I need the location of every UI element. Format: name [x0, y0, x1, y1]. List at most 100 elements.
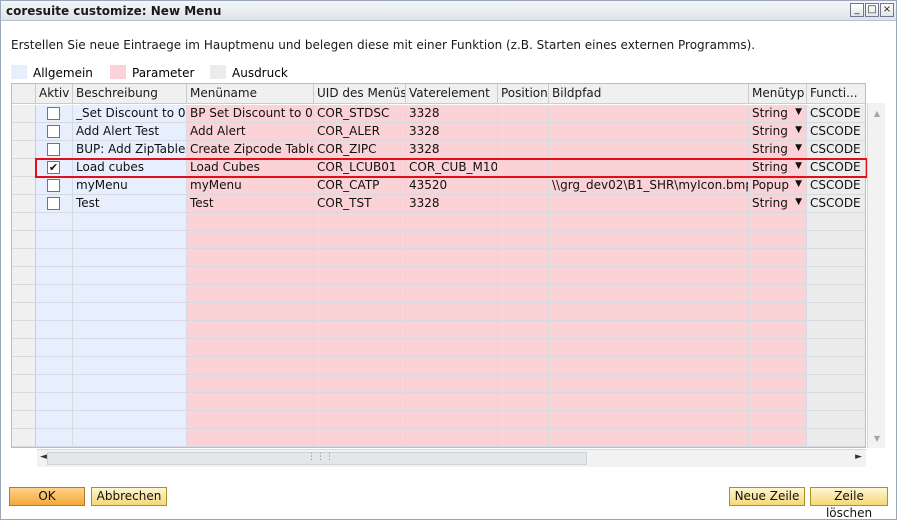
cell-menutyp[interactable]: String ▼: [749, 195, 807, 213]
empty-cell[interactable]: [549, 321, 749, 339]
vertical-scrollbar[interactable]: ▲ ▼: [867, 103, 885, 448]
empty-cell[interactable]: [549, 267, 749, 285]
cell-menutyp[interactable]: String ▼: [749, 159, 807, 177]
empty-cell[interactable]: [749, 303, 807, 321]
empty-cell[interactable]: [187, 375, 314, 393]
empty-cell[interactable]: [406, 303, 498, 321]
scroll-down-icon[interactable]: ▼: [872, 434, 882, 444]
cell-uid[interactable]: COR_CATP: [314, 177, 406, 195]
empty-cell[interactable]: [73, 321, 187, 339]
cell-bildpfad[interactable]: \\grg_dev02\B1_SHR\myIcon.bmp: [549, 177, 749, 195]
column-header-function[interactable]: Functi...: [807, 84, 865, 104]
empty-cell[interactable]: [36, 375, 73, 393]
empty-cell[interactable]: [498, 285, 549, 303]
empty-cell[interactable]: [498, 231, 549, 249]
cell-aktiv[interactable]: [36, 195, 73, 213]
active-checkbox[interactable]: [47, 107, 60, 120]
empty-cell[interactable]: [36, 357, 73, 375]
empty-cell[interactable]: [549, 411, 749, 429]
active-checkbox[interactable]: ✔: [47, 161, 60, 174]
scroll-up-icon[interactable]: ▲: [872, 109, 882, 119]
cell-function[interactable]: CSCODE: [807, 195, 865, 213]
cell-function[interactable]: CSCODE: [807, 177, 865, 195]
empty-cell[interactable]: [73, 231, 187, 249]
empty-cell[interactable]: [749, 213, 807, 231]
empty-cell[interactable]: [549, 213, 749, 231]
cell-position[interactable]: [498, 177, 549, 195]
empty-cell[interactable]: [549, 249, 749, 267]
empty-cell[interactable]: [187, 285, 314, 303]
empty-cell[interactable]: [749, 357, 807, 375]
empty-cell[interactable]: [73, 213, 187, 231]
cell-aktiv[interactable]: ✔: [36, 159, 73, 177]
cell-vaterelement[interactable]: 3328: [406, 195, 498, 213]
empty-cell[interactable]: [807, 213, 865, 231]
empty-cell[interactable]: [406, 231, 498, 249]
empty-cell[interactable]: [36, 411, 73, 429]
cell-menuname[interactable]: Create Zipcode Table: [187, 141, 314, 159]
cell-menuname[interactable]: Test: [187, 195, 314, 213]
cell-menutyp[interactable]: String ▼: [749, 141, 807, 159]
empty-cell[interactable]: [314, 249, 406, 267]
empty-cell[interactable]: [749, 411, 807, 429]
empty-cell[interactable]: [187, 249, 314, 267]
dropdown-arrow-icon[interactable]: ▼: [795, 107, 802, 117]
empty-cell[interactable]: [498, 375, 549, 393]
cell-bildpfad[interactable]: [549, 105, 749, 123]
empty-cell[interactable]: [187, 213, 314, 231]
empty-cell[interactable]: [406, 375, 498, 393]
cell-menuname[interactable]: Add Alert: [187, 123, 314, 141]
cell-aktiv[interactable]: [36, 123, 73, 141]
cancel-button[interactable]: Abbrechen: [91, 487, 167, 506]
empty-cell[interactable]: [498, 411, 549, 429]
empty-cell[interactable]: [314, 339, 406, 357]
cell-beschreibung[interactable]: Test: [73, 195, 187, 213]
empty-cell[interactable]: [498, 249, 549, 267]
empty-cell[interactable]: [498, 303, 549, 321]
column-header-row-header[interactable]: [12, 84, 36, 104]
column-header-aktiv[interactable]: Aktiv: [36, 84, 73, 104]
horizontal-scrollbar[interactable]: ◄ ⋮⋮⋮ ►: [37, 449, 866, 467]
empty-cell[interactable]: [314, 267, 406, 285]
empty-cell[interactable]: [749, 339, 807, 357]
column-header-position[interactable]: Position: [498, 84, 549, 104]
empty-cell[interactable]: [36, 285, 73, 303]
empty-cell[interactable]: [36, 339, 73, 357]
active-checkbox[interactable]: [47, 143, 60, 156]
cell-vaterelement[interactable]: 43520: [406, 177, 498, 195]
empty-cell[interactable]: [549, 429, 749, 447]
empty-cell[interactable]: [406, 285, 498, 303]
cell-beschreibung[interactable]: Add Alert Test: [73, 123, 187, 141]
cell-menutyp[interactable]: Popup ▼: [749, 177, 807, 195]
empty-cell[interactable]: [36, 267, 73, 285]
empty-cell[interactable]: [187, 357, 314, 375]
cell-position[interactable]: [498, 123, 549, 141]
cell-uid[interactable]: COR_ALER: [314, 123, 406, 141]
empty-cell[interactable]: [498, 339, 549, 357]
cell-beschreibung[interactable]: Load cubes: [73, 159, 187, 177]
empty-cell[interactable]: [498, 267, 549, 285]
new-row-button[interactable]: Neue Zeile: [729, 487, 805, 506]
empty-cell[interactable]: [749, 429, 807, 447]
cell-uid[interactable]: COR_STDSC: [314, 105, 406, 123]
empty-cell[interactable]: [73, 357, 187, 375]
empty-cell[interactable]: [314, 303, 406, 321]
cell-bildpfad[interactable]: [549, 195, 749, 213]
scroll-right-icon[interactable]: ►: [855, 452, 862, 462]
empty-cell[interactable]: [498, 321, 549, 339]
column-header-beschreibung[interactable]: Beschreibung: [73, 84, 187, 104]
cell-vaterelement[interactable]: 3328: [406, 141, 498, 159]
empty-cell[interactable]: [807, 231, 865, 249]
empty-cell[interactable]: [749, 375, 807, 393]
empty-cell[interactable]: [807, 303, 865, 321]
cell-uid[interactable]: COR_TST: [314, 195, 406, 213]
empty-cell[interactable]: [187, 393, 314, 411]
empty-cell[interactable]: [406, 393, 498, 411]
cell-position[interactable]: [498, 105, 549, 123]
empty-cell[interactable]: [187, 411, 314, 429]
column-header-menuname[interactable]: Menüname: [187, 84, 314, 104]
empty-cell[interactable]: [314, 321, 406, 339]
active-checkbox[interactable]: [47, 125, 60, 138]
empty-cell[interactable]: [314, 393, 406, 411]
empty-cell[interactable]: [73, 411, 187, 429]
